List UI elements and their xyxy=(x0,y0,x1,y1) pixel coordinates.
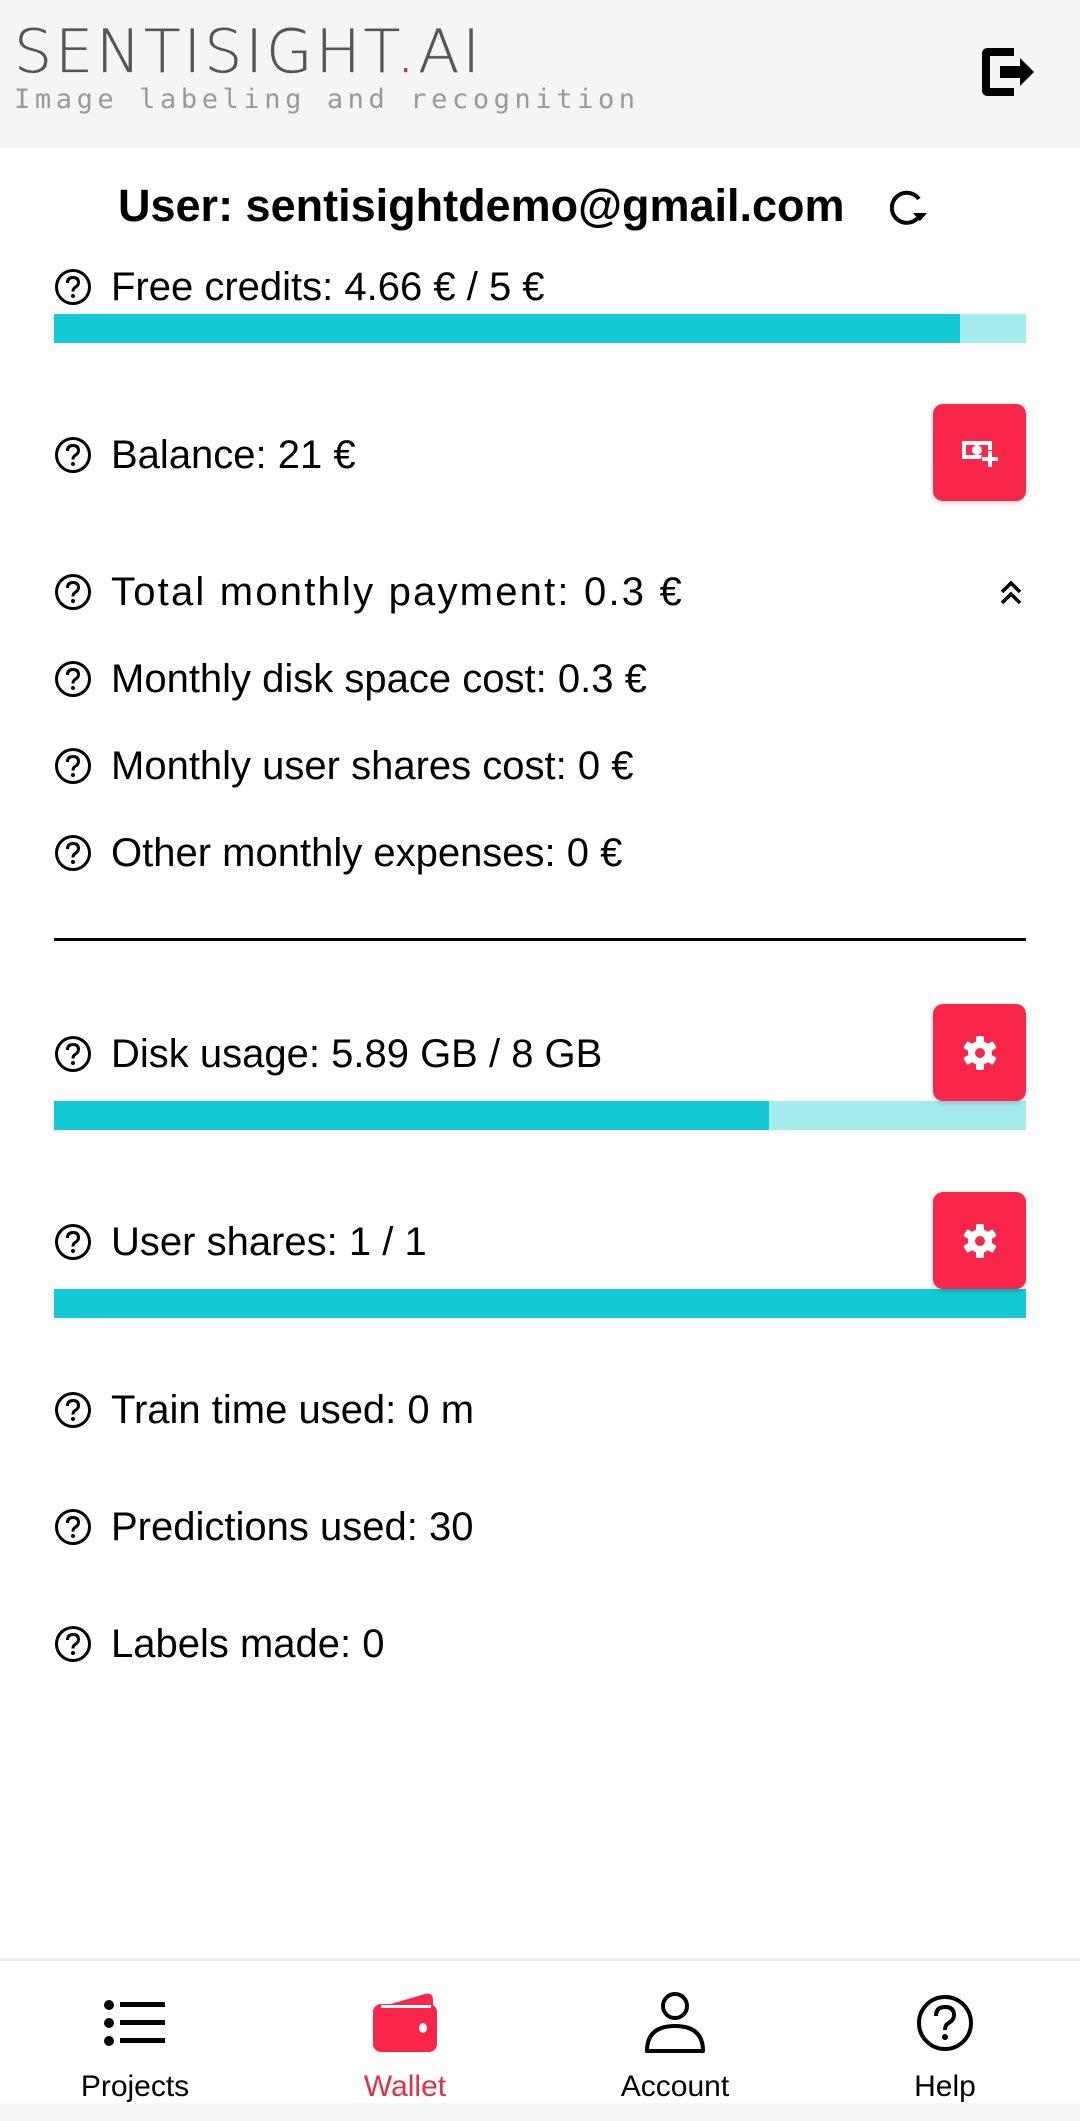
nav-tab-help[interactable]: Help xyxy=(810,1961,1080,2106)
balance-row: Balance: 21 € xyxy=(54,431,356,479)
help-circle-icon xyxy=(917,1995,973,2051)
disk-usage-row: Disk usage: 5.89 GB / 8 GB xyxy=(54,1030,602,1078)
help-icon[interactable] xyxy=(54,1035,92,1073)
logo-suffix: AI xyxy=(418,17,483,87)
disk-usage-progress xyxy=(54,1101,1026,1130)
gear-icon xyxy=(963,1223,996,1258)
help-icon[interactable] xyxy=(54,1391,92,1429)
free-credits-row: Free credits: 4.66 € / 5 € xyxy=(54,263,545,311)
nav-label-projects: Projects xyxy=(80,2070,190,2103)
system-bottom-strip xyxy=(0,2103,1080,2121)
help-icon[interactable] xyxy=(54,660,92,698)
logo-dot: . xyxy=(396,17,419,87)
help-icon[interactable] xyxy=(54,268,92,306)
nav-label-wallet: Wallet xyxy=(363,2070,447,2103)
user-shares-settings-button[interactable] xyxy=(933,1192,1026,1289)
logout-icon xyxy=(982,48,1034,96)
logout-button[interactable] xyxy=(976,38,1040,106)
train-time-used-label: Train time used: 0 m xyxy=(111,1388,475,1432)
logo-wordmark: SENTISIGHT.AI xyxy=(14,22,640,82)
free-credits-progress-fill xyxy=(54,314,960,343)
other-monthly-expenses-label: Other monthly expenses: 0 € xyxy=(111,831,623,875)
help-icon[interactable] xyxy=(54,1223,92,1261)
total-monthly-payment-label: Total monthly payment: 0.3 € xyxy=(111,570,684,614)
nav-label-help: Help xyxy=(914,2070,976,2103)
monthly-disk-space-cost-label: Monthly disk space cost: 0.3 € xyxy=(111,657,647,701)
chevron-double-up-icon xyxy=(1000,580,1022,605)
monthly-user-shares-cost-label: Monthly user shares cost: 0 € xyxy=(111,744,634,788)
refresh-button[interactable] xyxy=(883,183,931,231)
nav-tab-projects[interactable]: Projects xyxy=(0,1961,270,2106)
monthly-user-shares-cost-row: Monthly user shares cost: 0 € xyxy=(54,742,633,790)
gear-icon xyxy=(963,1035,996,1070)
bottom-navigation: Projects Wallet Account Help xyxy=(0,1958,1080,2121)
user-email-title: User: sentisightdemo@gmail.com xyxy=(118,180,845,231)
nav-tab-wallet[interactable]: Wallet xyxy=(270,1961,540,2106)
sentisight-logo: SENTISIGHT.AI Image labeling and recogni… xyxy=(14,22,640,116)
user-shares-row: User shares: 1 / 1 xyxy=(54,1218,427,1266)
predictions-used-label: Predictions used: 30 xyxy=(111,1505,474,1549)
free-credits-progress xyxy=(54,314,1026,343)
add-money-icon xyxy=(961,440,999,468)
train-time-used-row: Train time used: 0 m xyxy=(54,1386,474,1434)
balance-label: Balance: 21 € xyxy=(111,433,356,477)
app-header: SENTISIGHT.AI Image labeling and recogni… xyxy=(0,0,1080,148)
help-icon[interactable] xyxy=(54,436,92,474)
labels-made-label: Labels made: 0 xyxy=(111,1622,385,1666)
help-icon[interactable] xyxy=(54,1625,92,1663)
collapse-monthly-button[interactable] xyxy=(994,576,1028,610)
logo-prefix: SENTISIGHT xyxy=(14,17,397,87)
list-icon xyxy=(104,2000,165,2046)
wallet-icon xyxy=(373,1993,437,2052)
disk-settings-button[interactable] xyxy=(933,1004,1026,1101)
section-divider xyxy=(54,938,1026,941)
disk-usage-progress-fill xyxy=(54,1101,770,1130)
user-shares-label: User shares: 1 / 1 xyxy=(111,1220,427,1264)
total-monthly-payment-row: Total monthly payment: 0.3 € xyxy=(54,568,684,616)
help-icon[interactable] xyxy=(54,1508,92,1546)
user-shares-progress xyxy=(54,1289,1026,1318)
nav-tab-account[interactable]: Account xyxy=(540,1961,810,2106)
logo-tagline: Image labeling and recognition xyxy=(14,84,640,115)
help-icon[interactable] xyxy=(54,834,92,872)
help-icon[interactable] xyxy=(54,747,92,785)
help-icon[interactable] xyxy=(54,573,92,611)
other-monthly-expenses-row: Other monthly expenses: 0 € xyxy=(54,829,622,877)
free-credits-label: Free credits: 4.66 € / 5 € xyxy=(111,265,545,309)
add-funds-button[interactable] xyxy=(933,404,1026,501)
refresh-icon xyxy=(889,190,927,225)
user-shares-progress-fill xyxy=(54,1289,1026,1318)
disk-usage-label: Disk usage: 5.89 GB / 8 GB xyxy=(111,1032,603,1076)
nav-label-account: Account xyxy=(620,2070,730,2103)
user-row: User: sentisightdemo@gmail.com xyxy=(0,170,1080,240)
predictions-used-row: Predictions used: 30 xyxy=(54,1503,473,1551)
labels-made-row: Labels made: 0 xyxy=(54,1620,385,1668)
monthly-disk-space-cost-row: Monthly disk space cost: 0.3 € xyxy=(54,655,647,703)
person-icon xyxy=(645,1992,705,2053)
